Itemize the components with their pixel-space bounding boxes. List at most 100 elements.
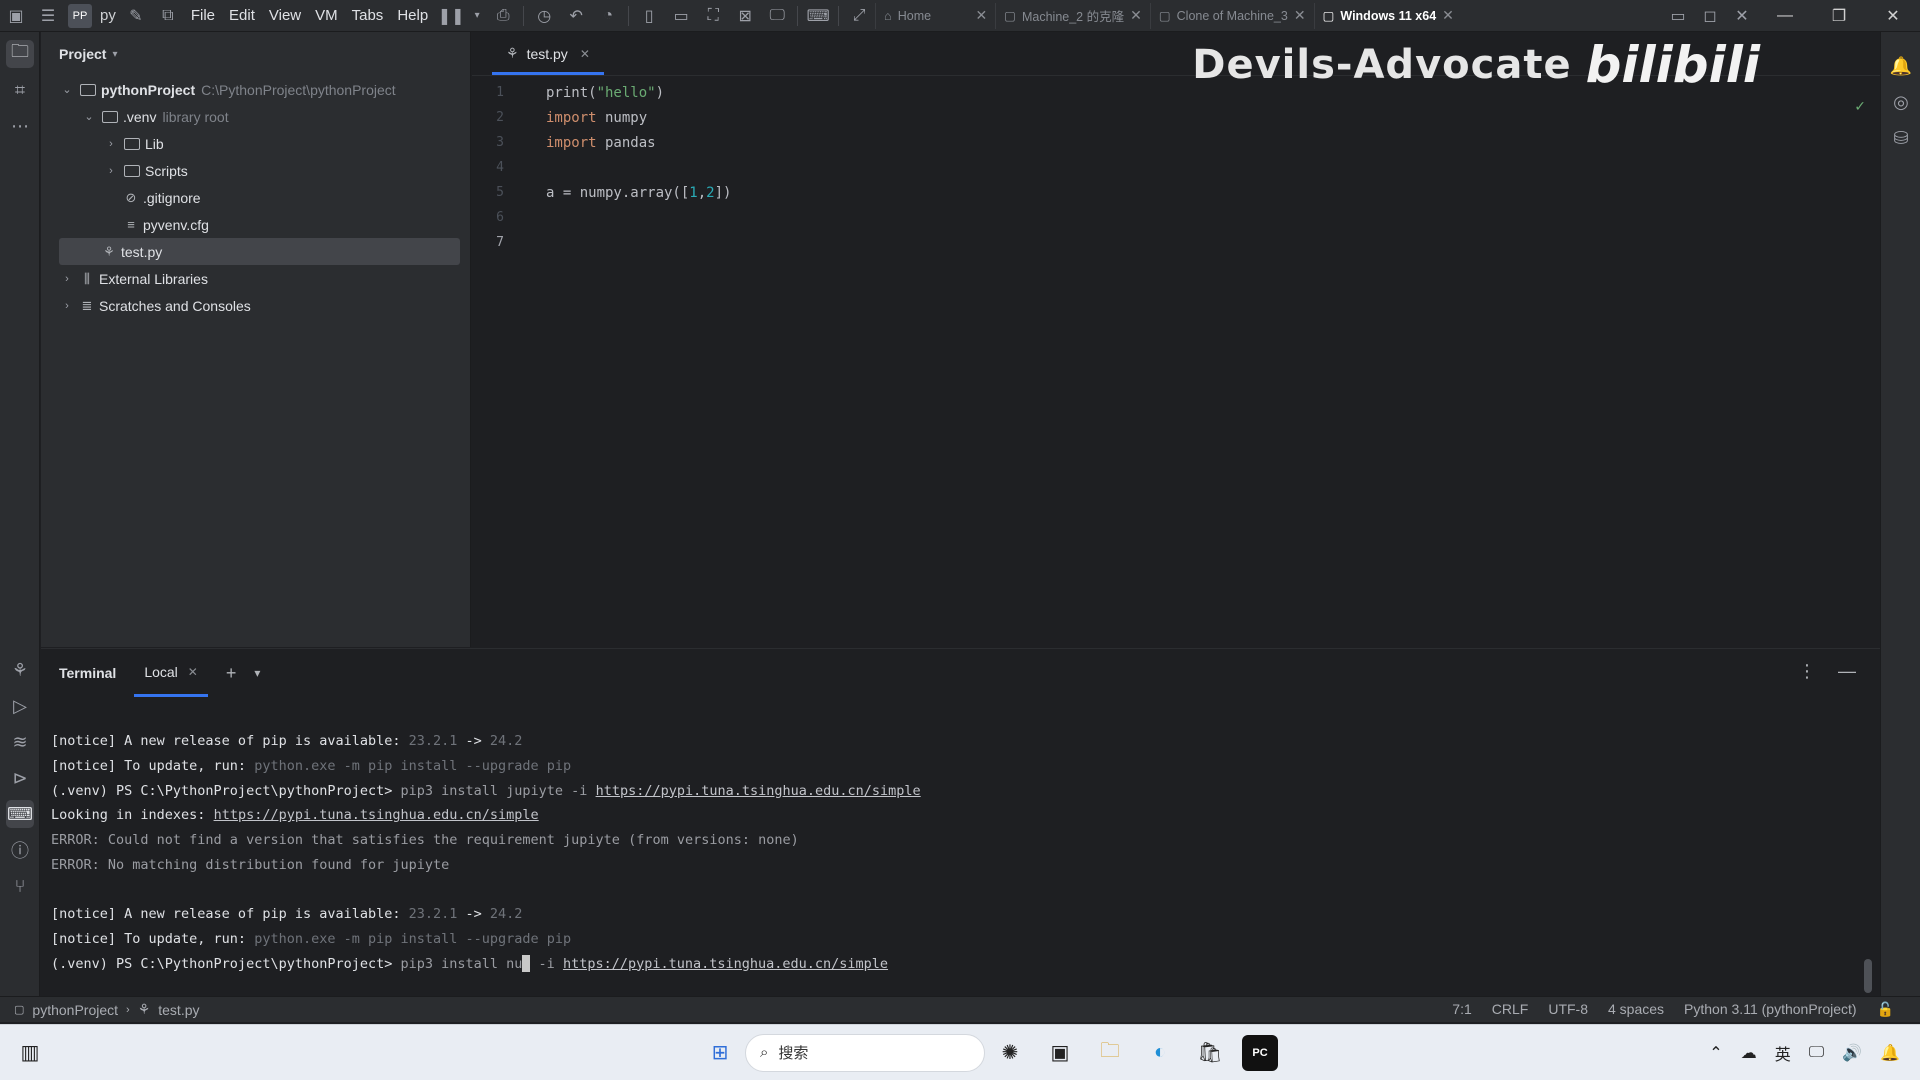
ai-assistant-icon[interactable]: ◎ [1887, 88, 1915, 116]
chevron-down-icon[interactable]: ⌄ [59, 83, 75, 96]
minimize-button[interactable]: — [1758, 0, 1812, 32]
lock-icon[interactable]: 🔓 [1877, 1001, 1894, 1018]
menu-item-edit[interactable]: Edit [222, 7, 262, 24]
fullscreen-icon[interactable]: ⛶ [701, 4, 725, 28]
close-guest-icon[interactable]: ✕ [1730, 4, 1754, 28]
library-icon[interactable]: ▯ [637, 4, 661, 28]
revert-snapshot-icon[interactable]: ↶ [564, 4, 588, 28]
unity-icon[interactable]: ⊠ [733, 4, 757, 28]
menu-item-tabs[interactable]: Tabs [345, 7, 391, 24]
services-icon[interactable]: ⊳ [6, 764, 34, 792]
console-icon[interactable]: ⌨ [806, 4, 830, 28]
tree-item[interactable]: › ≣ Scratches and Consoles [41, 292, 470, 319]
task-view-icon[interactable]: ▣ [1042, 1035, 1078, 1071]
dropdown-icon[interactable]: ▾ [471, 4, 483, 28]
restore-button[interactable]: ❐ [1812, 0, 1866, 32]
breadcrumb-project[interactable]: pythonProject [32, 1002, 118, 1018]
problems-icon[interactable]: ⓘ [6, 836, 34, 864]
close-icon[interactable]: ✕ [1442, 7, 1454, 24]
caret-position[interactable]: 7:1 [1452, 1001, 1471, 1018]
tree-item[interactable]: › Scripts [41, 157, 470, 184]
thumbnail-icon[interactable]: ▭ [669, 4, 693, 28]
breadcrumb-file[interactable]: test.py [158, 1002, 199, 1018]
vm-tab[interactable]: ▢ Clone of Machine_3 ✕ [1149, 2, 1314, 29]
run-icon[interactable]: ▷ [6, 692, 34, 720]
notifications-icon[interactable]: 🔔 [1887, 52, 1915, 80]
file-encoding[interactable]: UTF-8 [1548, 1001, 1588, 1018]
tree-item[interactable]: ⚘ test.py [59, 238, 460, 265]
vm-tab[interactable]: ⌂ Home ✕ [875, 2, 995, 29]
more-tools-icon[interactable]: ⋯ [6, 112, 34, 140]
volume-icon[interactable]: 🔊 [1842, 1043, 1862, 1063]
display-icon[interactable]: 🖵 [765, 4, 789, 28]
snapshot-manager-icon[interactable]: ◔ [596, 4, 620, 28]
structure-icon[interactable]: ⌗ [6, 76, 34, 104]
chevron-right-icon[interactable]: › [103, 138, 119, 150]
tree-item[interactable]: ⊘ .gitignore [41, 184, 470, 211]
editor-tab-test-py[interactable]: ⚘ test.py ✕ [492, 35, 604, 75]
tree-item[interactable]: › Lib [41, 130, 470, 157]
indent-setting[interactable]: 4 spaces [1608, 1001, 1664, 1018]
chevron-down-icon[interactable]: ▾ [254, 666, 260, 680]
tree-item[interactable]: ⌄ .venv library root [41, 103, 470, 130]
close-terminal-tab-icon[interactable]: ✕ [188, 665, 198, 679]
hide-panel-icon[interactable]: — [1838, 661, 1856, 682]
pause-icon[interactable]: ❚❚ [438, 4, 465, 28]
close-button[interactable]: ✕ [1866, 0, 1920, 32]
python-packages-icon[interactable]: ≋ [6, 728, 34, 756]
restore-guest-icon[interactable]: ◻ [1698, 4, 1722, 28]
pin-icon[interactable]: ✎ [124, 4, 148, 28]
terminal-output[interactable]: [notice] A new release of pip is availab… [51, 729, 921, 976]
git-icon[interactable]: ⑂ [6, 872, 34, 900]
line-separator[interactable]: CRLF [1492, 1001, 1529, 1018]
chevron-up-icon[interactable]: ⌃ [1709, 1043, 1722, 1063]
more-options-icon[interactable]: ⋮ [1798, 661, 1816, 682]
notification-icon[interactable]: 🔔 [1880, 1043, 1900, 1063]
close-icon[interactable]: ✕ [1294, 7, 1306, 24]
pp-badge[interactable]: PP [68, 3, 92, 28]
terminal-tab-local[interactable]: Local ✕ [134, 649, 208, 697]
chevron-right-icon[interactable]: › [59, 273, 75, 285]
start-icon[interactable]: ⊞ [702, 1035, 738, 1071]
interpreter[interactable]: Python 3.11 (pythonProject) [1684, 1001, 1857, 1018]
vm-tab[interactable]: ▢ Windows 11 x64 ✕ [1313, 2, 1462, 29]
python-console-icon[interactable]: ⚘ [6, 656, 34, 684]
new-terminal-icon[interactable]: + [226, 663, 237, 684]
close-icon[interactable]: ✕ [975, 7, 987, 24]
minimize-guest-icon[interactable]: ▭ [1666, 4, 1690, 28]
pycharm-icon[interactable]: PC [1242, 1034, 1278, 1071]
terminal-link[interactable]: https://pypi.tuna.tsinghua.edu.cn/simple [214, 807, 539, 823]
copilot-icon[interactable]: ✺ [992, 1035, 1028, 1071]
chevron-down-icon[interactable]: ⌄ [81, 110, 97, 123]
widgets-icon[interactable]: ▥ [12, 1035, 48, 1071]
vmware-logo-icon[interactable]: ▣ [4, 4, 28, 28]
close-icon[interactable]: ✕ [1130, 7, 1142, 24]
chevron-down-icon[interactable]: ▾ [112, 49, 117, 60]
project-folder-icon[interactable]: 🗀 [6, 40, 34, 68]
menu-item-help[interactable]: Help [390, 7, 435, 24]
window-icon[interactable]: ⧉ [156, 4, 180, 28]
terminal-icon[interactable]: ⌨ [6, 800, 34, 828]
terminal-scrollbar[interactable] [1864, 959, 1872, 993]
display-icon[interactable]: 🖵 [1809, 1044, 1824, 1062]
chevron-right-icon[interactable]: › [103, 165, 119, 177]
stretch-icon[interactable]: ⤢ [847, 4, 871, 28]
tree-item[interactable]: › ⫼ External Libraries [41, 265, 470, 292]
inspection-ok-icon[interactable]: ✓ [1854, 98, 1866, 115]
send-ctrl-alt-del-icon[interactable]: ⎙ [491, 4, 515, 28]
edge-icon[interactable]: ◐ [1142, 1035, 1178, 1071]
close-tab-icon[interactable]: ✕ [580, 47, 590, 61]
vm-tab[interactable]: ▢ Machine_2 的克隆 ✕ [995, 2, 1150, 29]
menu-item-vm[interactable]: VM [308, 7, 345, 24]
tree-item[interactable]: ≡ pyvenv.cfg [41, 211, 470, 238]
code-area[interactable]: 1 print("hello") 2 import numpy 3 import pand… [472, 80, 1772, 255]
project-header[interactable]: Project ▾ [41, 32, 470, 76]
snapshot-icon[interactable]: ◷ [532, 4, 556, 28]
chevron-right-icon[interactable]: › [59, 300, 75, 312]
database-icon[interactable]: ⛁ [1887, 124, 1915, 152]
taskbar-search[interactable]: ⌕ 搜索 [745, 1033, 985, 1072]
terminal-link[interactable]: https://pypi.tuna.tsinghua.edu.cn/simple [596, 783, 921, 799]
file-explorer-icon[interactable]: 🗀 [1092, 1035, 1128, 1071]
input-language[interactable]: 英 [1775, 1041, 1791, 1065]
store-icon[interactable]: 🛍 [1192, 1035, 1228, 1071]
